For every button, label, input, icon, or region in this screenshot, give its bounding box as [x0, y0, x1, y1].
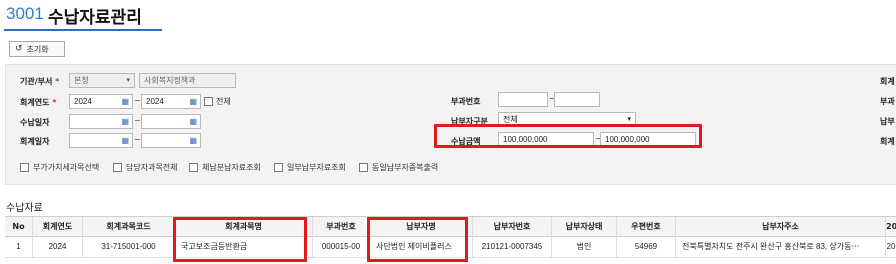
cell-account-code: 31-715001-000 [83, 237, 175, 257]
option-checkbox-3[interactable] [189, 163, 198, 172]
levy-no-to-input[interactable] [554, 92, 600, 107]
results-section-title: 수납자료 [6, 203, 43, 214]
column-header[interactable]: 부과번호 [313, 217, 370, 237]
cell-payer-address: 전북특별자치도 전주시 완산구 홍산북로 83, 상가동⋯ [676, 237, 886, 257]
range-tilde: ~ [134, 135, 141, 144]
column-header[interactable]: No [5, 217, 33, 237]
option-label-5: 동일납부자중복출력 [372, 163, 439, 172]
fiscal-year-to-input[interactable]: 2024 ▦ [141, 94, 201, 109]
levy-no-label: 부과번호 [451, 97, 481, 106]
column-header[interactable]: 우편번호 [617, 217, 676, 237]
page-header: 3001 수납자료관리 [0, 0, 896, 34]
calendar-icon[interactable]: ▦ [189, 115, 197, 128]
page-title: 수납자료관리 [48, 8, 142, 28]
right-label-2: 부과 [880, 97, 895, 106]
accounting-date-from-input[interactable]: ▦ [69, 133, 133, 148]
cell-levy-no: 000015-00 [313, 237, 370, 257]
org-select[interactable]: 본청 ▾ [69, 73, 135, 88]
range-tilde: ~ [134, 116, 141, 125]
right-label-3: 납부 [880, 117, 895, 126]
range-tilde: ~ [134, 96, 141, 105]
chevron-down-icon: ▾ [126, 77, 130, 84]
option-checkbox-2[interactable] [113, 163, 122, 172]
refresh-icon: ↺ [15, 43, 23, 54]
all-checkbox-label: 전체 [216, 97, 231, 106]
accounting-date-label: 회계일자 [20, 137, 50, 146]
cell-payer-status: 법인 [552, 237, 617, 257]
option-label-2: 담당자과목전체 [126, 163, 178, 172]
column-header[interactable]: 20 [886, 217, 896, 237]
receipt-date-to-input[interactable]: ▦ [141, 114, 201, 129]
dept-field: 사회복지정책과 [139, 73, 236, 88]
column-header[interactable]: 납부자번호 [473, 217, 552, 237]
calendar-icon[interactable]: ▦ [121, 115, 129, 128]
title-underline [4, 29, 162, 31]
calendar-icon[interactable]: ▦ [189, 134, 197, 147]
cell-extra: 20 [886, 242, 896, 251]
column-header[interactable]: 회계연도 [33, 217, 83, 237]
reset-button-label: 초기화 [26, 44, 49, 54]
account-name-highlight-box [173, 217, 307, 262]
fiscal-year-from-input[interactable]: 2024 ▦ [69, 94, 133, 109]
column-header[interactable]: 납부자주소 [676, 217, 886, 237]
column-header[interactable]: 회계과목코드 [83, 217, 175, 237]
right-label-4: 회계 [880, 137, 895, 146]
option-label-3: 체납분납자료조회 [202, 163, 261, 172]
option-label-1: 부가가치세과목선택 [33, 163, 100, 172]
all-checkbox[interactable] [204, 97, 213, 106]
calendar-icon[interactable]: ▦ [121, 95, 129, 108]
cell-no: 1 [5, 237, 33, 257]
receipt-date-label: 수납일자 [20, 118, 50, 127]
org-label: 기관/부서 * [20, 77, 60, 86]
levy-no-from-input[interactable] [498, 92, 548, 107]
accounting-date-to-input[interactable]: ▦ [141, 133, 201, 148]
right-label-1: 회계 [880, 77, 895, 86]
reset-button[interactable]: ↺ 초기화 [9, 41, 65, 57]
option-label-4: 일부납부자료조회 [287, 163, 346, 172]
fiscal-year-label: 회계연도 * [20, 98, 57, 107]
option-checkbox-4[interactable] [274, 163, 283, 172]
cell-fiscal-year: 2024 [33, 237, 83, 257]
cell-postal-code: 54969 [617, 237, 676, 257]
payer-name-highlight-box [367, 217, 468, 262]
column-header[interactable]: 납부자상태 [552, 217, 617, 237]
cell-payer-no: 210121-0007345 [473, 237, 552, 257]
calendar-icon[interactable]: ▦ [189, 95, 197, 108]
page-code: 3001 [6, 4, 44, 23]
receipt-date-from-input[interactable]: ▦ [69, 114, 133, 129]
option-checkbox-5[interactable] [359, 163, 368, 172]
amount-highlight-box [434, 124, 702, 148]
option-checkbox-1[interactable] [20, 163, 29, 172]
calendar-icon[interactable]: ▦ [121, 134, 129, 147]
